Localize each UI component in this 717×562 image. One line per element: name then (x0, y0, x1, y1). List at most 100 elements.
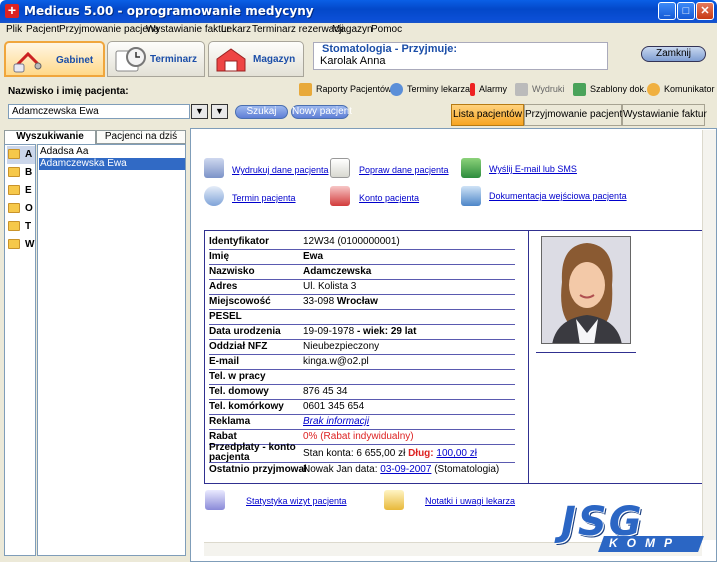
field-row: Ostatnio przyjmował Nowak Jan data: 03-09… (209, 464, 500, 475)
letter-item[interactable]: W (7, 236, 35, 254)
jsg-komp-logo: JSG KOMP (555, 499, 707, 555)
folder-icon (8, 185, 20, 195)
tool-messenger[interactable]: Komunikator (647, 80, 715, 98)
folder-icon (8, 167, 20, 177)
patient-photo-image (542, 237, 630, 343)
patient-photo (541, 236, 631, 344)
module-label: Magazyn (253, 54, 296, 65)
tab-patient-list[interactable]: Lista pacjentów (451, 104, 524, 126)
alarm-icon (470, 82, 475, 96)
module-tab-terminarz[interactable]: Terminarz (107, 41, 205, 77)
department-label: Stomatologia - Przyjmuje: (322, 43, 458, 55)
patient-item-selected[interactable]: Adamczewska Ewa (39, 158, 185, 170)
field-row: Reklama Brak informacji (209, 415, 515, 430)
field-row: Nazwisko Adamczewska (209, 265, 515, 280)
folder-icon (8, 149, 20, 159)
patient-term-link[interactable]: Termin pacjenta (232, 193, 296, 203)
module-label: Gabinet (56, 55, 94, 66)
account-icon (330, 186, 350, 206)
tab-search[interactable]: Wyszukiwanie (4, 130, 96, 144)
letter-item[interactable]: O (7, 200, 35, 218)
letter-item[interactable]: A (7, 146, 35, 164)
field-row: Tel. komórkowy 0601 345 654 (209, 400, 515, 415)
debt-link[interactable]: 100,00 zł (436, 448, 477, 459)
edit-icon (330, 158, 350, 178)
field-row: Identyfikator 12W34 (0100000001) (209, 235, 515, 250)
tool-reports[interactable]: Raporty Pacjentów (299, 80, 392, 98)
calendar-clock-icon (204, 186, 224, 206)
print-patient-link[interactable]: Wydrukuj dane pacjenta (232, 165, 328, 175)
vertical-scrollbar[interactable] (702, 130, 716, 540)
window-title: Medicus 5.00 - oprogramowanie medycyny (24, 4, 314, 18)
clock-icon (390, 82, 403, 96)
letter-item[interactable]: T (7, 218, 35, 236)
ad-info-link[interactable]: Brak informacji (303, 416, 369, 427)
minimize-button[interactable]: _ (658, 2, 676, 20)
phone-email-icon (461, 158, 481, 178)
printer-icon (515, 82, 528, 96)
tab-today-patients[interactable]: Pacjenci na dziś (96, 130, 186, 144)
stats-icon (205, 490, 225, 510)
letter-item[interactable]: E (7, 182, 35, 200)
department-box: Stomatologia - Przyjmuje: Karolak Anna (313, 42, 608, 70)
documents-link[interactable]: Dokumentacja wejściowa pacjenta (489, 191, 627, 201)
app-icon: + (5, 3, 19, 18)
field-row: Data urodzenia 19-09-1978 - wiek: 29 lat (209, 325, 515, 340)
new-patient-button[interactable]: Nowy pacjent (291, 105, 352, 119)
field-row: Tel. w pracy (209, 370, 515, 385)
module-tab-gabinet[interactable]: Gabinet (4, 41, 105, 77)
doctor-name: Karolak Anna (320, 55, 386, 67)
documents-icon (461, 186, 481, 206)
maximize-button[interactable]: □ (677, 2, 695, 20)
field-row: E-mail kinga.w@o2.pl (209, 355, 515, 370)
menu-bar: Plik Pacjent Przyjmowanie pacjena Wystaw… (0, 23, 717, 38)
field-row: Imię Ewa (209, 250, 515, 265)
patient-account-link[interactable]: Konto pacjenta (359, 193, 419, 203)
list-button[interactable]: ▼ (211, 104, 228, 119)
reports-icon (299, 82, 312, 96)
letter-item[interactable]: B (7, 164, 35, 182)
tool-doctor-terms[interactable]: Terminy lekarza (390, 80, 470, 98)
close-button[interactable]: Zamknij (641, 46, 706, 62)
menu-terminarz[interactable]: Terminarz rezerwacji (252, 24, 344, 35)
close-window-button[interactable]: ✕ (696, 2, 714, 20)
menu-lekarz[interactable]: Lekarz (221, 24, 251, 35)
print-icon (204, 158, 224, 178)
tab-invoices[interactable]: Wystawianie faktur (622, 104, 707, 126)
warehouse-icon (216, 48, 246, 72)
menu-plik[interactable]: Plik (6, 24, 22, 35)
tool-prints[interactable]: Wydruki (515, 80, 564, 98)
field-row: Tel. domowy 876 45 34 (209, 385, 515, 400)
module-tab-magazyn[interactable]: Magazyn (208, 41, 304, 77)
folder-icon (8, 203, 20, 213)
tool-templates[interactable]: Szablony dok. (573, 80, 647, 98)
field-row: Oddział NFZ Nieubezpieczony (209, 340, 515, 355)
last-visit-date-link[interactable]: 03-09-2007 (380, 464, 431, 475)
doctor-notes-link[interactable]: Notatki i uwagi lekarza (425, 496, 515, 506)
visit-stats-link[interactable]: Statystyka wizyt pacjenta (246, 496, 347, 506)
menu-pacjent[interactable]: Pacjent (26, 24, 59, 35)
tool-alarms[interactable]: Alarmy (470, 80, 507, 98)
folder-icon (8, 239, 20, 249)
send-email-link[interactable]: Wyślij E-mail lub SMS (489, 164, 577, 174)
search-button[interactable]: Szukaj (235, 105, 288, 119)
menu-magazyn[interactable]: Magazyn (332, 24, 373, 35)
templates-icon (573, 82, 586, 96)
field-row: PESEL (209, 310, 515, 325)
photo-divider (536, 352, 636, 353)
menu-faktury[interactable]: Wystawianie faktur (146, 24, 230, 35)
field-row: Adres Ul. Kolista 3 (209, 280, 515, 295)
folder-icon (8, 221, 20, 231)
edit-patient-link[interactable]: Popraw dane pacjenta (359, 165, 449, 175)
search-label: Nazwisko i imię pacjenta: (8, 86, 129, 97)
menu-pomoc[interactable]: Pomoc (371, 24, 402, 35)
patient-search-input[interactable] (8, 104, 190, 119)
logo-bottom-text: KOMP (609, 536, 681, 550)
stethoscope-icon (13, 51, 42, 73)
tab-admission[interactable]: Przyjmowanie pacjenta (524, 104, 628, 126)
field-row: Przedpłaty - konto pacjenta Stan konta: 6… (209, 443, 515, 463)
menu-przyjmowanie[interactable]: Przyjmowanie pacjena (59, 24, 159, 35)
card-divider (528, 231, 529, 483)
dropdown-button[interactable]: ▼ (191, 104, 208, 119)
patient-item[interactable]: Adadsa Aa (39, 146, 185, 158)
